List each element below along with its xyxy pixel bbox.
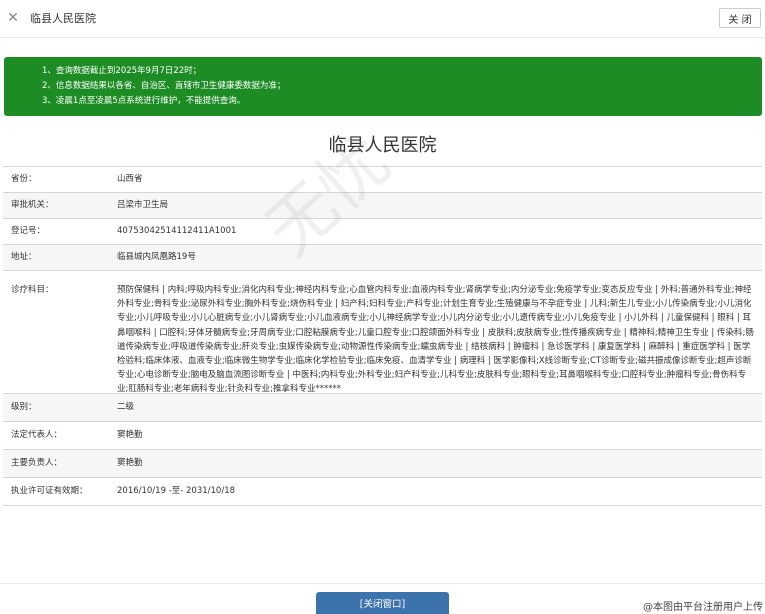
page-title: 临县人民医院 [328, 135, 437, 156]
notice-line: 3、凌晨1点至凌晨5点系统进行维护，不能提供查询。 [42, 96, 246, 106]
notice-line: 2、信息数据结果以各省、自治区、直辖市卫生健康委数据为准； [42, 81, 286, 91]
authority-value: 吕梁市卫生局 [117, 200, 169, 210]
level-label: 级别： [11, 402, 37, 412]
legal-rep-value: 窦艳勤 [117, 430, 143, 440]
info-row-province: 省份： 山西省 [3, 167, 762, 193]
window-title: 临县人民医院 [30, 12, 96, 25]
close-window-button[interactable]: [关闭窗口] [316, 592, 449, 614]
top-bar: ✕ 临县人民医院 关 闭 [0, 0, 765, 38]
info-row-registration: 登记号： 40753042514112411A1001 [3, 219, 762, 245]
authority-label: 审批机关： [11, 200, 54, 210]
principal-label: 主要负责人： [11, 458, 63, 468]
address-label: 地址： [11, 252, 37, 262]
validity-label: 执业许可证有效期： [11, 486, 88, 496]
province-label: 省份： [11, 174, 37, 184]
upload-credit: @本图由平台注册用户上传 [643, 602, 763, 613]
subjects-value: 预防保健科 | 内科;呼吸内科专业;消化内科专业;神经内科专业;心血管内科专业;… [117, 285, 754, 395]
notice-box: 1、查询数据截止到2025年9月7日22时； 2、信息数据结果以各省、自治区、直… [4, 57, 762, 116]
info-row-authority: 审批机关： 吕梁市卫生局 [3, 193, 762, 219]
info-row-level: 级别： 二级 [3, 394, 762, 422]
validity-value: 2016/10/19 -至- 2031/10/18 [117, 486, 236, 496]
info-row-legal-rep: 法定代表人： 窦艳勤 [3, 422, 762, 450]
info-row-address: 地址： 临县城内凤凰路19号 [3, 245, 762, 271]
level-value: 二级 [117, 402, 135, 412]
notice-line: 1、查询数据截止到2025年9月7日22时； [42, 66, 202, 76]
province-value: 山西省 [117, 174, 143, 184]
subjects-label: 诊疗科目： [11, 285, 54, 295]
info-row-subjects: 诊疗科目： 预防保健科 | 内科;呼吸内科专业;消化内科专业;神经内科专业;心血… [3, 271, 762, 394]
close-icon[interactable]: ✕ [6, 8, 20, 28]
footer: [关闭窗口] @本图由平台注册用户上传 [0, 583, 765, 614]
registration-value: 40753042514112411A1001 [117, 226, 237, 236]
principal-value: 窦艳勤 [117, 458, 143, 468]
address-value: 临县城内凤凰路19号 [117, 252, 196, 262]
legal-rep-label: 法定代表人： [11, 430, 63, 440]
close-button[interactable]: 关 闭 [719, 8, 761, 28]
info-row-principal: 主要负责人： 窦艳勤 [3, 450, 762, 478]
info-row-validity: 执业许可证有效期： 2016/10/19 -至- 2031/10/18 [3, 478, 762, 506]
info-table: 省份： 山西省 审批机关： 吕梁市卫生局 登记号： 40753042514112… [3, 166, 762, 506]
registration-label: 登记号： [11, 226, 46, 236]
